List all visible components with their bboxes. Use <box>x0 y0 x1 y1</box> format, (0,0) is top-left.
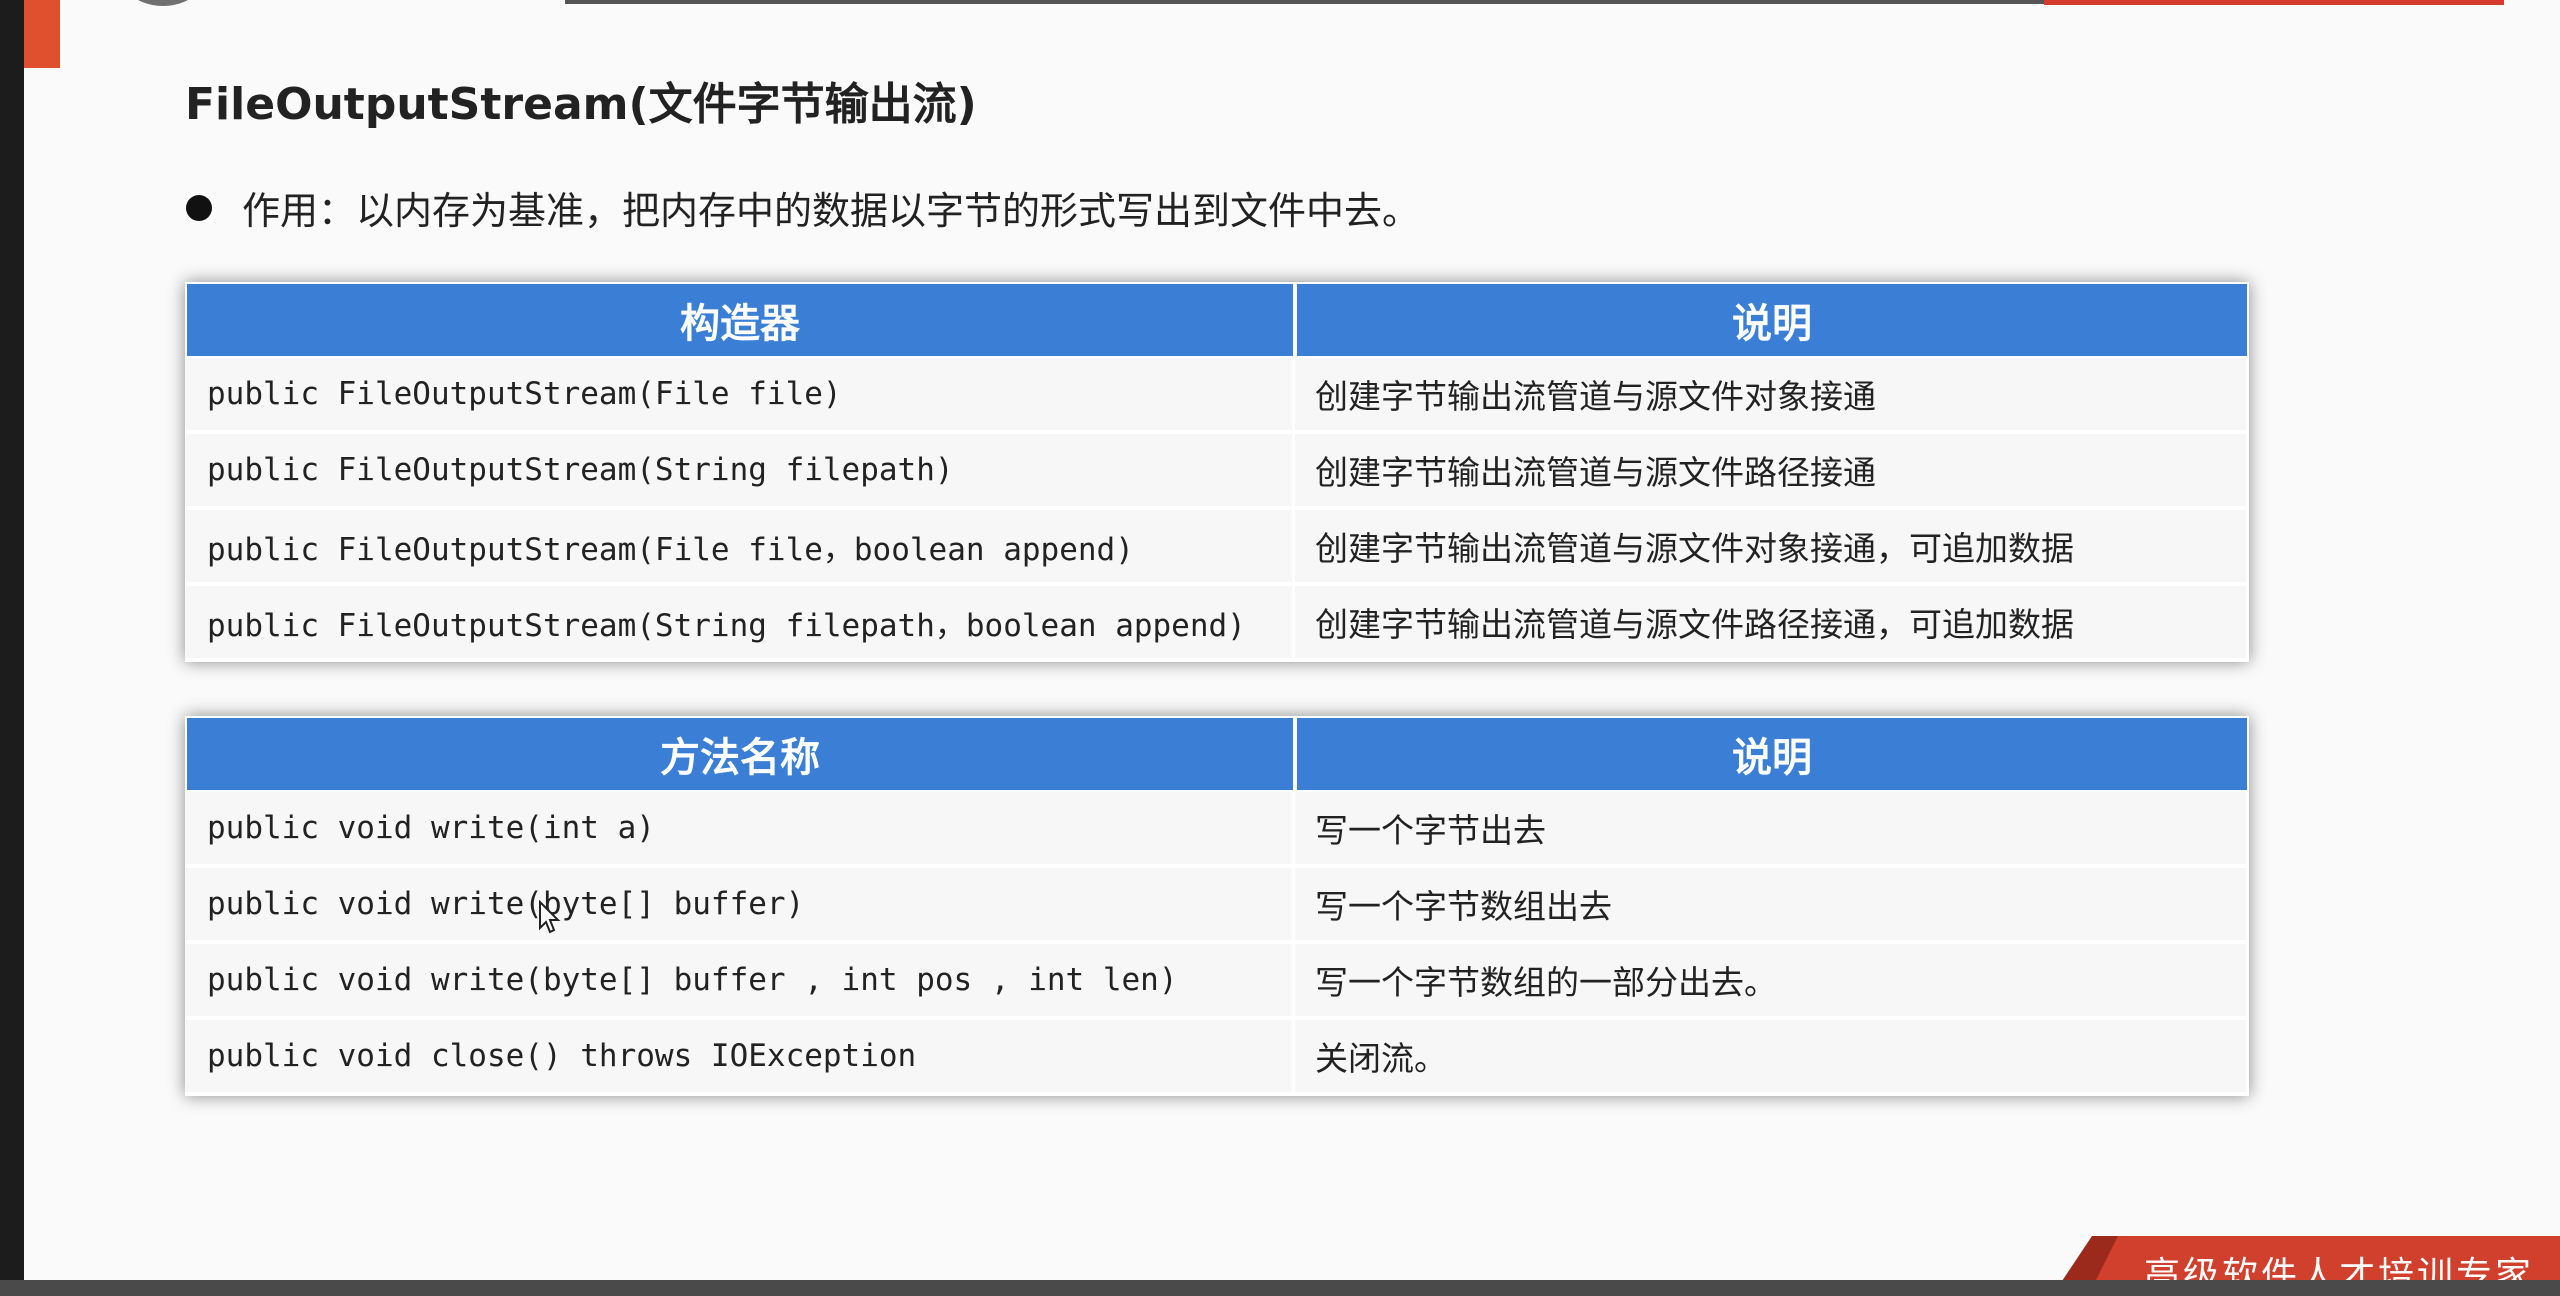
mouse-cursor-icon <box>539 900 561 934</box>
bullet-point: 作用：以内存为基准，把内存中的数据以字节的形式写出到文件中去。 <box>186 180 1420 235</box>
table-header-row: 构造器 说明 <box>185 282 2249 358</box>
constructors-table: 构造器 说明 public FileOutputStream(File file… <box>185 282 2249 662</box>
method-description: 关闭流。 <box>1295 1020 2249 1096</box>
constructor-description: 创建字节输出流管道与源文件路径接通 <box>1295 434 2249 510</box>
constructor-description: 创建字节输出流管道与源文件对象接通，可追加数据 <box>1295 510 2249 586</box>
method-description: 写一个字节数组出去 <box>1295 868 2249 944</box>
bullet-dot-icon <box>186 194 212 221</box>
table-row: public void close() throws IOException 关… <box>185 1020 2249 1096</box>
method-signature: public void close() throws IOException <box>185 1020 1295 1096</box>
table-row: public FileOutputStream(File file，boolea… <box>185 510 2249 586</box>
table-row: public void write(int a) 写一个字节出去 <box>185 792 2249 868</box>
page-title: FileOutputStream(文件字节输出流) <box>185 79 977 130</box>
method-description: 写一个字节数组的一部分出去。 <box>1295 944 2249 1020</box>
table-row: public void write(byte[] buffer , int po… <box>185 944 2249 1020</box>
table-row: public FileOutputStream(String filepath)… <box>185 434 2249 510</box>
method-signature: public void write(byte[] buffer , int po… <box>185 944 1295 1020</box>
header-method-name: 方法名称 <box>185 716 1295 792</box>
constructor-signature: public FileOutputStream(File file) <box>185 358 1295 434</box>
method-signature: public void write(byte[] buffer) <box>185 868 1295 944</box>
slide: FileOutputStream(文件字节输出流) 作用：以内存为基准，把内存中… <box>24 0 2560 1280</box>
decorative-red-block <box>24 0 60 68</box>
decorative-top-line-accent <box>2044 0 2504 5</box>
player-bottom-bar <box>0 1280 2560 1296</box>
decorative-circle <box>108 0 218 6</box>
table-row: public FileOutputStream(File file) 创建字节输… <box>185 358 2249 434</box>
constructor-signature: public FileOutputStream(String filepath) <box>185 434 1295 510</box>
method-description: 写一个字节出去 <box>1295 792 2249 868</box>
table-header-row: 方法名称 说明 <box>185 716 2249 792</box>
table-row: public void write(byte[] buffer) 写一个字节数组… <box>185 868 2249 944</box>
header-description: 说明 <box>1295 716 2249 792</box>
method-signature: public void write(int a) <box>185 792 1295 868</box>
decorative-top-line <box>565 0 2045 4</box>
constructor-signature: public FileOutputStream(String filepath，… <box>185 586 1295 662</box>
header-constructor: 构造器 <box>185 282 1295 358</box>
methods-table: 方法名称 说明 public void write(int a) 写一个字节出去… <box>185 716 2249 1096</box>
table-row: public FileOutputStream(String filepath，… <box>185 586 2249 662</box>
header-description: 说明 <box>1295 282 2249 358</box>
bullet-text: 作用：以内存为基准，把内存中的数据以字节的形式写出到文件中去。 <box>242 189 1421 233</box>
constructor-description: 创建字节输出流管道与源文件对象接通 <box>1295 358 2249 434</box>
constructor-signature: public FileOutputStream(File file，boolea… <box>185 510 1295 586</box>
constructor-description: 创建字节输出流管道与源文件路径接通，可追加数据 <box>1295 586 2249 662</box>
